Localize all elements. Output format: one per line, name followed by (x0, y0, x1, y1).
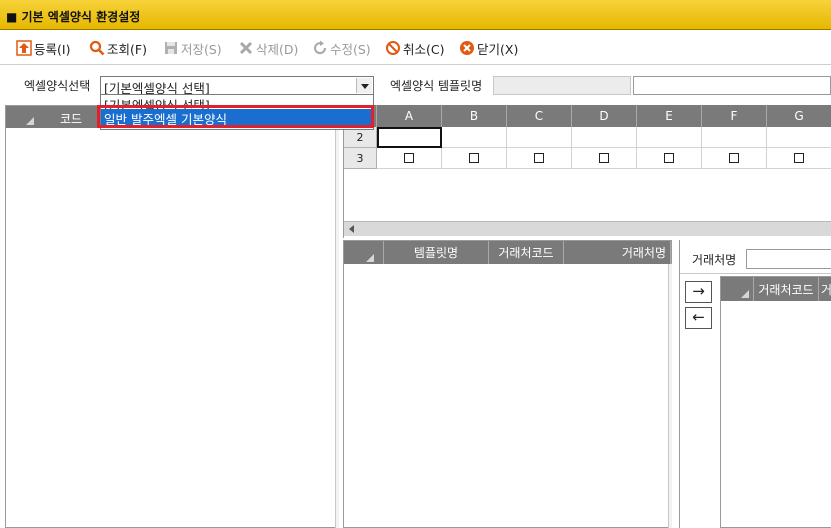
sheet-cell-g3 (767, 148, 831, 169)
grid-corner (741, 290, 749, 298)
register-label: 등록(I) (34, 41, 71, 57)
add-client-button[interactable]: → (685, 281, 712, 303)
checkbox-c3[interactable] (534, 153, 544, 163)
sheet-cell-f2[interactable] (702, 127, 767, 148)
selection-highlight-box (97, 105, 374, 128)
template-grid: 템플릿명 거래처코드 거래처명 (343, 240, 672, 528)
cancel-label: 취소(C) (403, 41, 445, 57)
grid-corner (366, 254, 374, 262)
arrow-right-icon: → (692, 282, 705, 300)
checkbox-b3[interactable] (469, 153, 479, 163)
cancel-button[interactable]: 취소(C) (385, 39, 444, 57)
remove-client-button[interactable]: ← (685, 307, 712, 329)
sheet-col-header-a[interactable]: A (377, 105, 442, 127)
checkbox-a3[interactable] (404, 153, 414, 163)
sheet-cell-a3 (377, 148, 442, 169)
sheet-col-header-c[interactable]: C (507, 105, 572, 127)
sheet-row-header-2: 2 (344, 127, 377, 148)
client-name-input[interactable] (746, 249, 831, 269)
sheet-col-header-d[interactable]: D (572, 105, 637, 127)
sheet-row-header-3: 3 (344, 148, 377, 169)
sheet-col-header-e[interactable]: E (637, 105, 702, 127)
save-icon (163, 40, 179, 56)
template-grid-scrollbar[interactable] (668, 264, 672, 528)
search-icon (89, 40, 105, 56)
sheet-col-header-g[interactable]: G (767, 105, 831, 127)
delete-button[interactable]: 삭제(D) (238, 39, 298, 57)
register-button[interactable]: 등록(I) (16, 39, 70, 57)
save-label: 저장(S) (181, 41, 222, 57)
checkbox-d3[interactable] (599, 153, 609, 163)
edit-button[interactable]: 수정(S) (312, 39, 371, 57)
sheet-cell-c3 (507, 148, 572, 169)
cancel-icon (385, 40, 401, 56)
chevron-down-icon[interactable] (356, 78, 372, 93)
client-grid: 거래처코드 거 (720, 276, 831, 528)
checkbox-e3[interactable] (664, 153, 674, 163)
close-circle-icon (459, 40, 475, 56)
sheet-cell-f3 (702, 148, 767, 169)
delete-label: 삭제(D) (256, 41, 299, 57)
grid-corner (26, 117, 34, 125)
window-title-bar: ■ 기본 엑셀양식 환경설정 (0, 0, 831, 30)
sheet-col-header-f[interactable]: F (702, 105, 767, 127)
template-grid-corner (344, 241, 384, 264)
template-name-column-header[interactable]: 템플릿명 (384, 241, 489, 264)
sheet-cell-b3 (442, 148, 507, 169)
sheet-cell-d2[interactable] (572, 127, 637, 148)
client-name-column-header[interactable]: 거 (819, 277, 831, 301)
sheet-cell-d3 (572, 148, 637, 169)
search-label: 조회(F) (107, 41, 147, 57)
save-button[interactable]: 저장(S) (163, 39, 222, 57)
close-icon (238, 40, 254, 56)
template-client-code-column-header[interactable]: 거래처코드 (489, 241, 564, 264)
window-title: ■ 기본 엑셀양식 환경설정 (6, 10, 141, 24)
code-grid: 코드 (5, 105, 339, 528)
sheet-col-header-b[interactable]: B (442, 105, 507, 127)
template-client-name-column-header[interactable]: 거래처명 (564, 241, 671, 264)
client-code-column-header[interactable]: 거래처코드 (754, 277, 819, 301)
arrow-left-icon: ← (692, 308, 705, 326)
sheet-cell-e3 (637, 148, 702, 169)
sheet-cell-c2[interactable] (507, 127, 572, 148)
code-column-header: 코드 (60, 112, 83, 126)
excel-sheet-grid: A B C D E F G 2 3 (343, 105, 831, 238)
excel-form-label: 엑셀양식선택 (24, 79, 91, 93)
client-panel-divider (680, 273, 831, 274)
sheet-cell-e2[interactable] (637, 127, 702, 148)
client-grid-corner (721, 277, 754, 301)
search-button[interactable]: 조회(F) (89, 39, 147, 57)
sheet-cell-a2[interactable] (377, 127, 442, 148)
sheet-horizontal-scrollbar[interactable] (344, 221, 831, 236)
template-grid-header: 템플릿명 거래처코드 거래처명 (344, 241, 671, 264)
edit-label: 수정(S) (330, 41, 371, 57)
template-name-input[interactable] (633, 76, 831, 95)
scroll-left-icon[interactable] (348, 225, 356, 233)
client-name-label: 거래처명 (692, 253, 737, 267)
sheet-cell-b2[interactable] (442, 127, 507, 148)
template-name-label: 엑셀양식 템플릿명 (390, 79, 483, 93)
refresh-icon (312, 40, 328, 56)
client-grid-header: 거래처코드 거 (721, 277, 831, 301)
code-grid-scrollbar[interactable] (335, 128, 339, 528)
template-code-field (493, 76, 631, 95)
checkbox-g3[interactable] (794, 153, 804, 163)
sheet-cell-g2[interactable] (767, 127, 831, 148)
close-button[interactable]: 닫기(X) (459, 39, 518, 57)
checkbox-f3[interactable] (729, 153, 739, 163)
sheet-column-header-row: A B C D E F G (344, 105, 831, 127)
toolbar: 등록(I) 조회(F) 저장(S) 삭제(D) 수정(S) 취소(C) 닫기(X… (0, 31, 831, 65)
register-icon (16, 40, 32, 56)
close-label: 닫기(X) (477, 41, 519, 57)
